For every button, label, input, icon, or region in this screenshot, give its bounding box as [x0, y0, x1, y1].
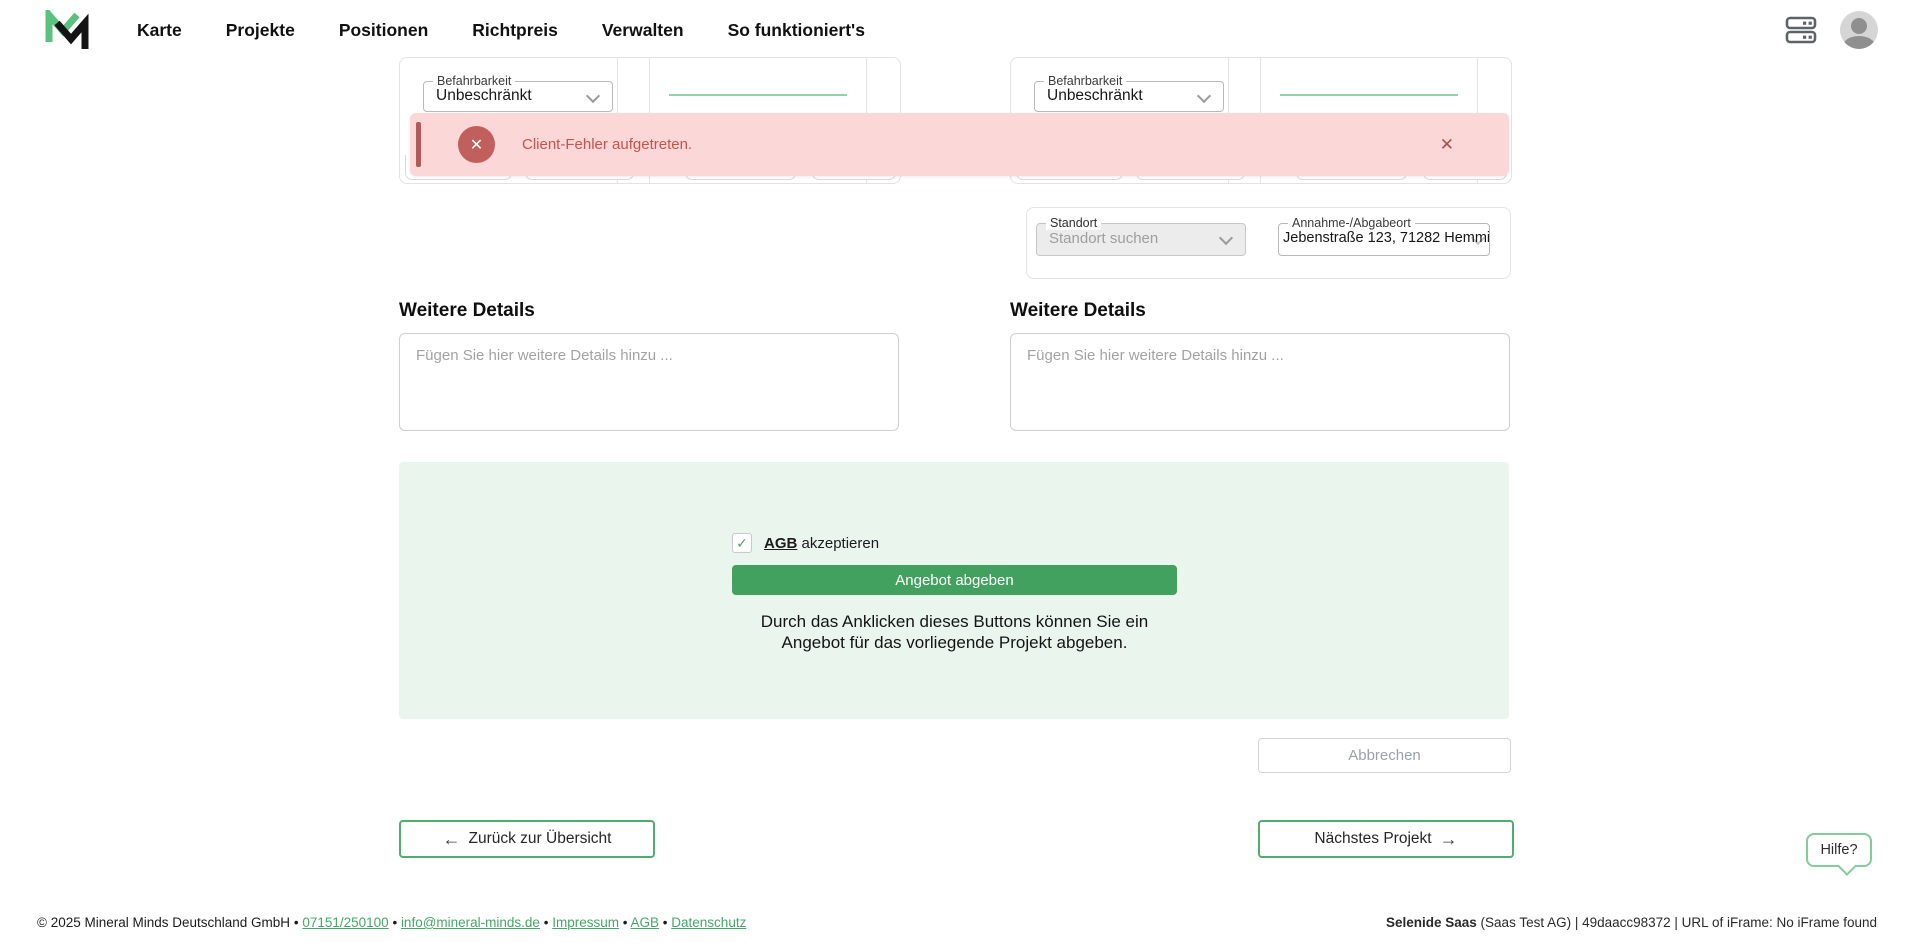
footer-separator: •: [294, 915, 299, 930]
phone-link[interactable]: 07151/250100: [302, 915, 388, 930]
standort-label: Standort: [1046, 216, 1101, 230]
back-button-label: Zurück zur Übersicht: [469, 830, 612, 848]
header-icons: [1784, 0, 1878, 60]
nav-item-projekte[interactable]: Projekte: [226, 20, 295, 41]
nav-item-positionen[interactable]: Positionen: [339, 20, 428, 41]
agb-footer-link[interactable]: AGB: [631, 915, 660, 930]
abgabeort-value: Jebenstraße 123, 71282 Hemmingen: [1279, 224, 1489, 253]
details-textarea-left[interactable]: Fügen Sie hier weitere Details hinzu ...: [399, 333, 899, 431]
help-label: Hilfe?: [1820, 842, 1857, 858]
datenschutz-link[interactable]: Datenschutz: [671, 915, 746, 930]
details-placeholder: Fügen Sie hier weitere Details hinzu ...: [1011, 334, 1509, 377]
nav-item-karte[interactable]: Karte: [137, 20, 182, 41]
standort-select[interactable]: Standort Standort suchen: [1036, 223, 1246, 256]
app-name: Selenide Saas: [1386, 915, 1477, 930]
befahrbarkeit-select-left[interactable]: Befahrbarkeit Unbeschränkt: [423, 81, 613, 112]
app-meta: (Saas Test AG) | 49daacc98372 | URL of i…: [1477, 915, 1877, 930]
footer-separator: •: [544, 915, 549, 930]
footer-right: Selenide Saas (Saas Test AG) | 49daacc98…: [1386, 915, 1877, 930]
agb-label: AGB akzeptieren: [764, 535, 879, 552]
befahrbarkeit-label: Befahrbarkeit: [1044, 74, 1126, 88]
details-title-right: Weitere Details: [1010, 300, 1146, 322]
close-icon[interactable]: ✕: [1440, 113, 1454, 176]
error-alert: ✕ Client-Fehler aufgetreten. ✕: [410, 113, 1509, 176]
server-stack-icon[interactable]: [1784, 13, 1818, 47]
befahrbarkeit-label: Befahrbarkeit: [433, 74, 515, 88]
befahrbarkeit-select-right[interactable]: Befahrbarkeit Unbeschränkt: [1034, 81, 1224, 112]
copyright-text: © 2025 Mineral Minds Deutschland GmbH: [37, 915, 290, 930]
top-nav-bar: Karte Projekte Positionen Richtpreis Ver…: [0, 0, 1920, 60]
email-link[interactable]: info@mineral-minds.de: [401, 915, 540, 930]
agb-link[interactable]: AGB: [764, 535, 797, 552]
focused-input-underline[interactable]: [669, 94, 847, 96]
details-placeholder: Fügen Sie hier weitere Details hinzu ...: [400, 334, 898, 377]
avatar-shoulders: [1843, 36, 1875, 49]
main-nav: Karte Projekte Positionen Richtpreis Ver…: [137, 0, 865, 60]
error-icon: ✕: [458, 126, 495, 163]
abgabeort-input[interactable]: Annahme-/Abgabeort Jebenstraße 123, 7128…: [1278, 223, 1490, 256]
nav-item-richtpreis[interactable]: Richtpreis: [472, 20, 558, 41]
details-textarea-right[interactable]: Fügen Sie hier weitere Details hinzu ...: [1010, 333, 1510, 431]
footer-separator: •: [663, 915, 668, 930]
submit-offer-button[interactable]: Angebot abgeben: [732, 565, 1177, 595]
agb-row: ✓ AGB akzeptieren: [732, 532, 1177, 554]
alert-message: Client-Fehler aufgetreten.: [522, 113, 692, 176]
back-to-overview-button[interactable]: ← Zurück zur Übersicht: [399, 820, 655, 858]
cancel-button[interactable]: Abbrechen: [1258, 738, 1511, 773]
arrow-left-icon: ←: [443, 829, 461, 850]
offer-description: Durch das Anklicken dieses Buttons könne…: [732, 612, 1177, 653]
focused-input-underline[interactable]: [1280, 94, 1458, 96]
footer-separator: •: [392, 915, 397, 930]
mineral-minds-logo[interactable]: [45, 10, 91, 52]
nav-item-so-funktionierts[interactable]: So funktioniert's: [728, 20, 865, 41]
avatar-head: [1851, 18, 1867, 34]
page: Karte Projekte Positionen Richtpreis Ver…: [0, 0, 1920, 943]
details-title-left: Weitere Details: [399, 300, 535, 322]
agb-label-rest: akzeptieren: [802, 535, 880, 552]
next-button-label: Nächstes Projekt: [1314, 830, 1431, 848]
offer-section: ✓ AGB akzeptieren Angebot abgeben Durch …: [399, 462, 1509, 719]
offer-controls: ✓ AGB akzeptieren Angebot abgeben Durch …: [732, 532, 1177, 653]
help-bubble[interactable]: Hilfe?: [1806, 833, 1872, 867]
impressum-link[interactable]: Impressum: [552, 915, 619, 930]
user-avatar-icon[interactable]: [1840, 11, 1878, 49]
standort-card: Standort Standort suchen Annahme-/Abgabe…: [1026, 207, 1511, 279]
alert-accent-bar: [416, 122, 421, 167]
next-project-button[interactable]: Nächstes Projekt →: [1258, 820, 1514, 858]
help-bubble-tail: [1837, 856, 1857, 876]
agb-checkbox[interactable]: ✓: [732, 533, 752, 553]
nav-item-verwalten[interactable]: Verwalten: [602, 20, 684, 41]
footer-separator: •: [623, 915, 628, 930]
arrow-right-icon: →: [1440, 829, 1458, 850]
footer-left: © 2025 Mineral Minds Deutschland GmbH • …: [37, 915, 746, 930]
